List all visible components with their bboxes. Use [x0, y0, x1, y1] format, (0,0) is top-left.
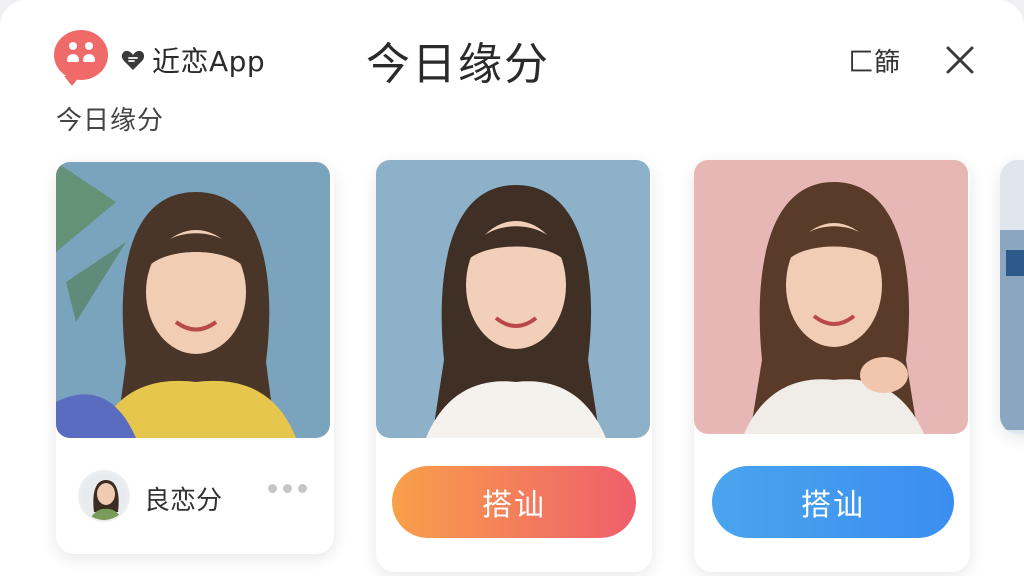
profile-photo[interactable] — [694, 160, 968, 434]
approach-button[interactable]: 搭讪 — [392, 466, 636, 538]
page-title: 今日缘分 — [366, 39, 550, 90]
filter-button[interactable]: 匚篩 — [848, 42, 900, 79]
card-user-name: 良恋分 — [144, 486, 223, 516]
profile-photo[interactable] — [376, 160, 650, 438]
approach-button[interactable]: 搭讪 — [712, 466, 954, 538]
profile-card-peek[interactable] — [1000, 160, 1024, 434]
heart-chat-icon — [121, 50, 145, 70]
close-icon[interactable] — [940, 40, 980, 80]
profile-photo[interactable] — [56, 162, 330, 438]
profile-photo[interactable] — [1000, 160, 1024, 434]
logo-icon — [54, 30, 108, 86]
avatar[interactable] — [78, 470, 130, 522]
section-subtitle: 今日缘分 — [56, 106, 165, 136]
brand: 近恋App — [120, 40, 265, 80]
more-icon[interactable] — [268, 484, 307, 493]
brand-name: 近恋App — [152, 45, 266, 78]
